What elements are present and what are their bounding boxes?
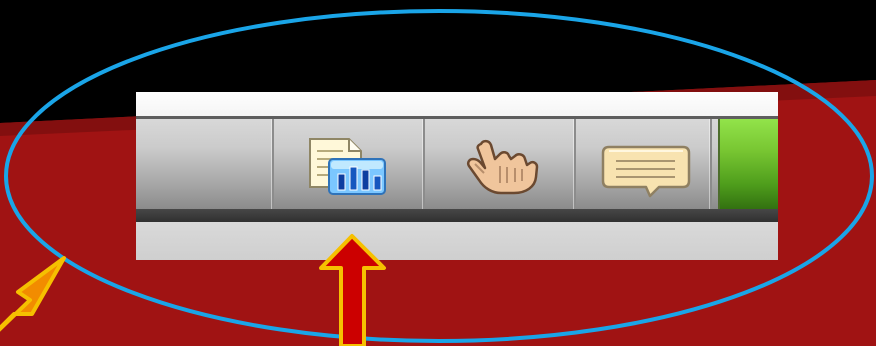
comment-bubble-icon (601, 145, 691, 198)
hand-toolbar-button[interactable] (425, 119, 576, 212)
window-bottom-strip (136, 222, 778, 260)
window-top-strip (136, 92, 778, 117)
toolbar-blank-button (136, 119, 274, 212)
toolbar-divider-band (136, 209, 778, 222)
report-toolbar-button[interactable] (274, 119, 425, 212)
toolbar-window (136, 92, 778, 260)
green-tab[interactable] (718, 119, 778, 212)
comment-toolbar-button[interactable] (576, 119, 712, 212)
hand-pointer-icon (466, 139, 539, 195)
toolbar-row (136, 116, 778, 212)
report-chart-icon (309, 138, 386, 195)
screenshot-stage (0, 0, 876, 346)
